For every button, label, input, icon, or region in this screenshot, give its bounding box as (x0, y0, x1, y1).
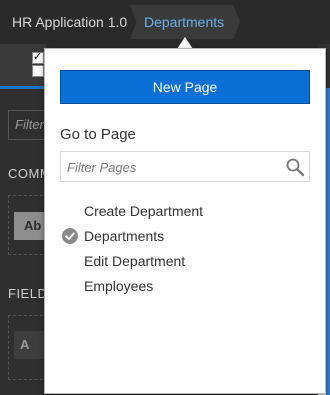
page-item-create-department[interactable]: Create Department (60, 199, 310, 224)
page-item-label: Departments (84, 228, 165, 244)
page-item-label: Create Department (84, 203, 204, 219)
checkbox-1[interactable] (32, 50, 44, 64)
page-item-employees[interactable]: Employees (60, 274, 310, 299)
section-fields-label: FIELD (8, 286, 48, 301)
breadcrumb-current[interactable]: Departments (130, 5, 240, 39)
page-list: Create Department Departments Edit Depar… (60, 199, 310, 299)
right-edge-scrollbar (326, 88, 330, 395)
go-to-page-popup: New Page Go to Page Create Department De… (44, 48, 326, 394)
top-bar: HR Application 1.0 Departments (0, 0, 330, 44)
new-page-button[interactable]: New Page (60, 70, 310, 104)
search-icon[interactable] (285, 157, 305, 177)
page-item-departments[interactable]: Departments (60, 224, 310, 249)
field-component-chip[interactable]: A (14, 331, 48, 359)
breadcrumb-app[interactable]: HR Application 1.0 (12, 14, 127, 30)
left-toolbar (0, 44, 46, 86)
filter-pages-input[interactable] (61, 152, 284, 183)
component-filter-input[interactable]: Filter (8, 110, 48, 140)
filter-pages-box (60, 151, 310, 183)
common-component-chip[interactable]: Ab (14, 212, 48, 240)
check-circle-icon (62, 228, 78, 244)
checkbox-2[interactable] (32, 65, 44, 77)
page-item-label: Edit Department (84, 253, 186, 269)
go-to-page-title: Go to Page (60, 126, 136, 143)
active-tab-indicator (0, 86, 46, 89)
page-item-label: Employees (84, 278, 154, 294)
page-item-edit-department[interactable]: Edit Department (60, 249, 310, 274)
